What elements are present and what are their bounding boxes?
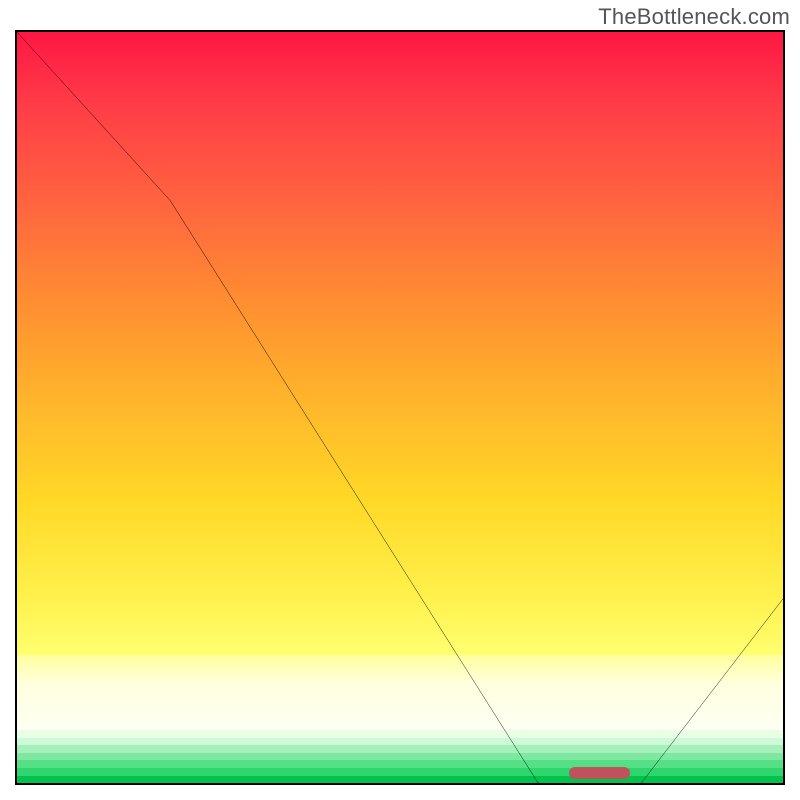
- bottleneck-curve: [17, 32, 783, 785]
- optimal-range-marker: [569, 767, 630, 779]
- watermark-text: TheBottleneck.com: [598, 4, 790, 30]
- chart-frame: [15, 30, 785, 785]
